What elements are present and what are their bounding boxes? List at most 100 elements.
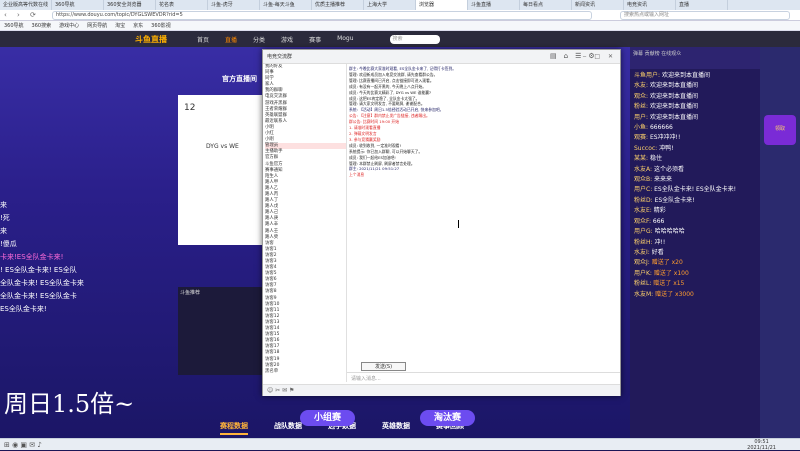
send-button[interactable]: 发送(S) [361,362,406,371]
chat-user-name[interactable]: 水友M: [634,291,655,298]
chat-user-name[interactable]: Succoc: [634,145,659,152]
chat-user-name[interactable]: 观众F: [634,218,653,225]
chat-user-name[interactable]: 粉丝D: [634,197,655,204]
chat-line: 粉丝L: 赠送了 x15 [634,279,756,289]
browser-tab[interactable]: 直播 [676,0,728,10]
browser-tab[interactable]: 斗鱼-虎牙 [208,0,260,10]
chat-user-name[interactable]: 粉丝L: [634,280,653,287]
browser-tab[interactable]: 优质主播推荐 [312,0,364,10]
group-stage-pill[interactable]: 小组赛 [300,410,356,426]
chat-bottom-bar: ☺ ✂ ✉ ⚑ [263,384,620,396]
clock-date: 2021/11/21 [747,445,776,451]
chat-text: 赠送了 x15 [653,280,685,288]
danmaku-line: 卡来!ES全队金卡来! [0,253,64,261]
schedule-tab[interactable]: 英雄数据 [382,421,410,435]
browser-tab[interactable]: 360安全浏览器 [104,0,156,10]
knockout-pill[interactable]: 淘汰赛 [420,410,476,426]
chat-user-name[interactable]: 用户: [634,114,650,121]
bookmark-bar: 360导航 360搜索 游戏中心 网页导航 淘宝 京东 360影视 [0,21,800,31]
chat-text: 666 [652,217,665,225]
bookmark-link[interactable]: 京东 [133,21,143,30]
bookmark-link[interactable]: 网页导航 [87,21,107,30]
browser-tab[interactable]: 360导航 [52,0,104,10]
chat-text: 冲!! [654,238,666,246]
chat-user-name[interactable]: 小鱼: [634,124,650,131]
site-nav-item[interactable]: 首页 [197,35,209,44]
file-icon[interactable]: ▤ [550,52,557,60]
contact-item[interactable]: 黑名单 [265,369,346,375]
chat-line: 水友A: 这个必须看 [634,165,756,175]
chat-user-name[interactable]: 水友A: [634,166,654,173]
chat-user-name[interactable]: 粉丝H: [634,239,654,246]
schedule-tab[interactable]: 赛程数据 [220,421,248,435]
chat-user-name[interactable]: 观赛: [634,134,650,141]
url-input[interactable]: https://www.douyu.com/topic/DYGLSWEVDR?r… [52,11,592,20]
browser-tab[interactable]: 上海大学 [364,0,416,10]
browser-tab[interactable]: 斗鱼直播 [468,0,520,10]
browser-tab[interactable]: 花名表 [156,0,208,10]
site-nav-item[interactable]: 赛事 [309,35,321,44]
chat-message: 上个消息 [349,172,365,178]
main-content: 官方直播间 12 DYG vs WE 来 !死来 !傻瓜 卡来!ES全队金卡来!! E… [0,47,262,438]
chat-line: 观赛: ES冲冲冲!! [634,133,756,143]
chat-line: 某某: 稳住 [634,154,756,164]
chat-user-name[interactable]: 斗鱼用户: [634,72,662,79]
browser-tab[interactable]: 新闻资讯 [572,0,624,10]
window-controls-icon[interactable]: ‒ □ ✕ [583,53,616,60]
chat-user-name[interactable]: 观众: [634,93,650,100]
bookmark-link[interactable]: 360搜索 [32,21,52,30]
chat-user-name[interactable]: 用户C: [634,186,654,193]
bookmark-link[interactable]: 游戏中心 [59,21,79,30]
site-top-nav: 斗鱼直播 首页 直播 分类 游戏 赛事 Mogu 搜索 [0,31,800,47]
chat-user-name[interactable]: 水友E: [634,207,654,214]
nav-arrows-icon[interactable]: ‹ › ⟳ [4,10,40,21]
chat-text: 好看 [651,248,664,256]
chat-user-name[interactable]: 用户K: [634,270,654,277]
browser-search-input[interactable]: 搜索热点或输入网址 [620,11,790,20]
claim-badge[interactable]: 领取 [764,115,796,145]
list-icon[interactable]: ☰ [575,52,581,60]
browser-tab[interactable]: 每日看点 [520,0,572,10]
site-logo[interactable]: 斗鱼直播 [135,34,167,45]
chat-line: 水友I: 好看 [634,248,756,258]
browser-tab[interactable]: 斗鱼-每天斗鱼 [260,0,312,10]
chat-user-name[interactable]: 水友I: [634,249,652,256]
player-number: 12 [184,103,196,113]
schedule-tab[interactable]: 战队数据 [274,421,302,435]
chat-user-name[interactable]: 水友: [634,82,650,89]
chat-text: 666666 [649,124,673,132]
chat-line: 观众F: 666 [634,217,756,227]
chat-line: Succoc: 冲鸭! [634,144,756,154]
browser-tab[interactable]: 浏览器 [416,0,468,10]
browser-tab[interactable]: 电竞资讯 [624,0,676,10]
recommend-panel[interactable]: 斗鱼推荐 [178,287,262,375]
site-nav-item[interactable]: 游戏 [281,35,293,44]
taskbar-icons[interactable]: ⊞ ◉ ▣ ✉ ♪ [4,441,42,449]
emoji-icon[interactable]: ☺ ✂ ✉ ⚑ [267,387,294,394]
bookmark-link[interactable]: 淘宝 [115,21,125,30]
chat-user-name[interactable]: 观众B: [634,176,654,183]
chat-text: ES全队金卡来! [654,196,695,204]
chat-user-name[interactable]: 用户G: [634,228,655,235]
chat-user-name[interactable]: 某某: [634,155,650,162]
site-search-input[interactable]: 搜索 [389,34,440,44]
danmaku-line: ! ES全队金卡来! ES全队 [0,266,77,274]
bookmark-link[interactable]: 360导航 [4,21,24,30]
chat-text: 精彩 [653,207,666,215]
browser-tab[interactable]: 企业版高等代数在线 [0,0,52,10]
chat-line: 用户C: ES全队金卡来! ES全队金卡来! [634,185,756,195]
chat-user-name[interactable]: 观众J: [634,259,652,266]
recommend-label: 斗鱼推荐 [180,290,201,296]
site-nav-item[interactable]: Mogu [337,35,353,44]
chat-user-name[interactable]: 粉丝: [634,103,650,110]
chat-text: 欢迎来到本直播间 [649,92,698,100]
message-input[interactable]: 请输入消息... [347,372,620,384]
site-nav-item[interactable]: 分类 [253,35,265,44]
taskbar-clock[interactable]: 09:51 2021/11/21 [747,439,776,451]
home-icon[interactable]: ⌂ [564,52,568,60]
bookmark-link[interactable]: 360影视 [151,21,171,30]
chat-list: 斗鱼用户: 欢迎来到本直播间 水友: 欢迎来到本直播间 观众: 欢迎来到本直播间 粉丝… [630,69,760,302]
chat-header[interactable]: 弹幕 贡献榜 在线观众 [630,47,760,69]
site-nav-item[interactable]: 直播 [225,35,237,44]
chat-line: 水友: 欢迎来到本直播间 [634,81,756,91]
